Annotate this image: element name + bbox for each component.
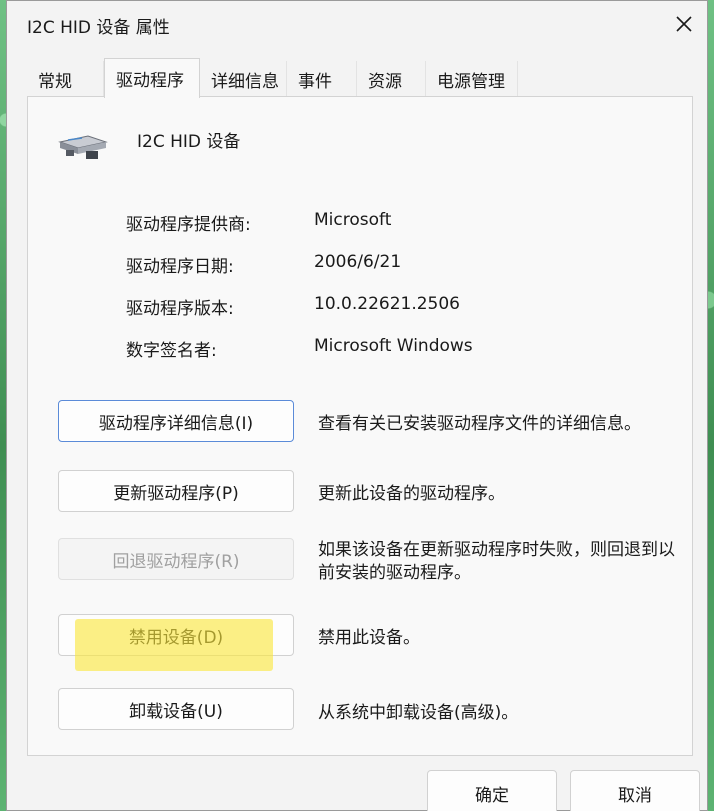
close-button[interactable] bbox=[661, 1, 707, 47]
driver-version-value: 10.0.22621.2506 bbox=[314, 294, 461, 314]
digital-signer-value: Microsoft Windows bbox=[314, 336, 473, 356]
tab-details[interactable]: 详细信息 bbox=[200, 61, 287, 97]
tab-label: 详细信息 bbox=[211, 71, 279, 92]
tab-label: 电源管理 bbox=[437, 71, 505, 92]
tab-label: 事件 bbox=[298, 71, 332, 92]
cancel-button[interactable]: 取消 bbox=[570, 770, 700, 811]
update-driver-button[interactable]: 更新驱动程序(P) bbox=[58, 470, 294, 512]
driver-version-label: 驱动程序版本: bbox=[126, 299, 234, 319]
driver-details-button[interactable]: 驱动程序详细信息(I) bbox=[58, 400, 294, 442]
disable-device-button[interactable]: 禁用设备(D) bbox=[58, 614, 294, 656]
tab-events[interactable]: 事件 bbox=[287, 61, 357, 97]
device-name: I2C HID 设备 bbox=[137, 132, 241, 152]
roll-back-driver-button[interactable]: 回退驱动程序(R) bbox=[58, 538, 294, 580]
uninstall-device-button[interactable]: 卸载设备(U) bbox=[58, 688, 294, 730]
ok-label: 确定 bbox=[475, 785, 509, 806]
driver-tab-panel: I2C HID 设备 驱动程序提供商: Microsoft 驱动程序日期: 20… bbox=[27, 96, 693, 756]
window-title: I2C HID 设备 属性 bbox=[27, 18, 170, 38]
properties-dialog: I2C HID 设备 属性 常规 驱动程序 详细信息 事件 资源 电源管理 I2… bbox=[6, 0, 708, 811]
title-bar: I2C HID 设备 属性 bbox=[7, 1, 707, 47]
tab-power-management[interactable]: 电源管理 bbox=[426, 61, 518, 97]
tab-label: 资源 bbox=[368, 71, 402, 92]
driver-date-value: 2006/6/21 bbox=[314, 252, 402, 272]
update-driver-description: 更新此设备的驱动程序。 bbox=[318, 484, 505, 504]
driver-provider-value: Microsoft bbox=[314, 210, 392, 230]
cancel-label: 取消 bbox=[618, 785, 652, 806]
uninstall-device-description: 从系统中卸载设备(高级)。 bbox=[318, 703, 519, 723]
driver-details-description: 查看有关已安装驱动程序文件的详细信息。 bbox=[318, 414, 641, 434]
driver-date-label: 驱动程序日期: bbox=[126, 257, 234, 277]
tab-resources[interactable]: 资源 bbox=[357, 61, 426, 97]
tab-general[interactable]: 常规 bbox=[27, 61, 104, 97]
tab-label: 常规 bbox=[38, 71, 72, 92]
driver-provider-label: 驱动程序提供商: bbox=[126, 215, 251, 235]
tab-label: 驱动程序 bbox=[116, 71, 184, 91]
disable-device-description: 禁用此设备。 bbox=[318, 628, 420, 648]
digital-signer-label: 数字签名者: bbox=[126, 341, 217, 361]
tab-driver[interactable]: 驱动程序 bbox=[104, 58, 200, 98]
roll-back-driver-description: 如果该设备在更新驱动程序时失败，则回退到以前安装的驱动程序。 bbox=[318, 540, 675, 583]
hid-device-icon bbox=[58, 135, 108, 159]
ok-button[interactable]: 确定 bbox=[427, 770, 557, 811]
close-icon bbox=[676, 16, 692, 32]
